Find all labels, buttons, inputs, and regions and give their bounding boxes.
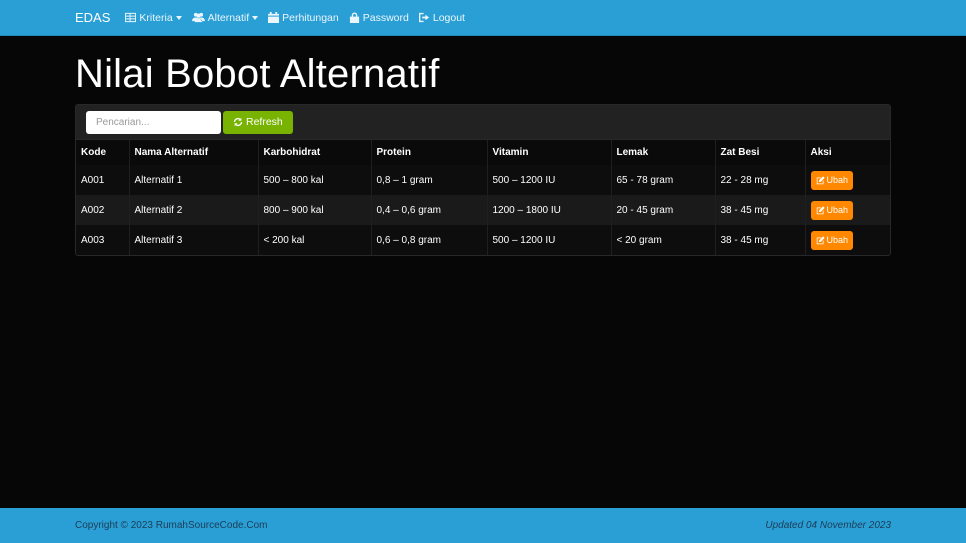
nav-alternatif-label: Alternatif [207, 11, 250, 24]
col-nama-alternatif: Nama Alternatif [129, 140, 259, 165]
search-input[interactable] [86, 110, 221, 134]
panel-toolbar: Refresh [76, 105, 890, 140]
col-vitamin: Vitamin [487, 140, 612, 165]
cell-aksi: Ubah [805, 195, 890, 225]
cell-protein: 0,6 – 0,8 gram [371, 225, 488, 255]
table-row: A003 Alternatif 3 < 200 kal 0,6 – 0,8 gr… [76, 225, 890, 255]
table-row: A001 Alternatif 1 500 – 800 kal 0,8 – 1 … [76, 165, 890, 195]
nav-password-label: Password [362, 11, 409, 24]
cell-karbohidrat: < 200 kal [258, 225, 372, 255]
caret-down-icon [175, 15, 182, 20]
col-karbohidrat: Karbohidrat [258, 140, 372, 165]
footer-updated: Updated 04 November 2023 [765, 520, 891, 531]
nav-password[interactable]: Password [349, 12, 409, 24]
edit-icon [816, 205, 825, 214]
cell-lemak: 65 - 78 gram [611, 165, 716, 195]
col-lemak: Lemak [611, 140, 716, 165]
cell-aksi: Ubah [805, 165, 890, 195]
navbar: EDAS Kriteria Alternatif Perhitungan Pas… [0, 0, 966, 36]
col-kode: Kode [76, 140, 130, 165]
nav-perhitungan[interactable]: Perhitungan [268, 12, 339, 24]
cell-zat-besi: 38 - 45 mg [715, 195, 806, 225]
cell-vitamin: 500 – 1200 IU [487, 165, 612, 195]
page-title: Nilai Bobot Alternatif [75, 52, 440, 96]
ubah-label: Ubah [826, 235, 849, 245]
cell-protein: 0,8 – 1 gram [371, 165, 488, 195]
nav-logout[interactable]: Logout [418, 11, 465, 24]
calendar-icon [268, 12, 280, 23]
nav-kriteria-label: Kriteria [139, 11, 173, 24]
cell-lemak: < 20 gram [611, 225, 716, 255]
cell-kode: A001 [76, 165, 130, 195]
cell-protein: 0,4 – 0,6 gram [371, 195, 488, 225]
users-icon [191, 12, 205, 23]
cell-vitamin: 1200 – 1800 IU [487, 195, 612, 225]
nav-logout-label: Logout [432, 11, 465, 24]
ubah-button[interactable]: Ubah [810, 230, 854, 250]
col-protein: Protein [371, 140, 488, 165]
cell-aksi: Ubah [805, 225, 890, 255]
cell-nama: Alternatif 2 [129, 195, 259, 225]
cell-lemak: 20 - 45 gram [611, 195, 716, 225]
alternatif-table: Kode Nama Alternatif Karbohidrat Protein… [76, 140, 890, 255]
cell-nama: Alternatif 3 [129, 225, 259, 255]
cell-vitamin: 500 – 1200 IU [487, 225, 612, 255]
table-header-row: Kode Nama Alternatif Karbohidrat Protein… [76, 140, 890, 165]
sign-out-icon [418, 12, 429, 23]
cell-kode: A002 [76, 195, 130, 225]
cell-zat-besi: 22 - 28 mg [715, 165, 806, 195]
nav-kriteria[interactable]: Kriteria [125, 11, 182, 24]
cell-kode: A003 [76, 225, 130, 255]
footer-copyright: Copyright © 2023 RumahSourceCode.Com [75, 520, 268, 531]
nav-perhitungan-label: Perhitungan [282, 11, 339, 24]
table-icon [125, 12, 137, 23]
footer: Copyright © 2023 RumahSourceCode.Com Upd… [0, 508, 966, 543]
brand-link[interactable]: EDAS [75, 10, 110, 25]
cell-karbohidrat: 500 – 800 kal [258, 165, 372, 195]
refresh-label: Refresh [246, 116, 283, 128]
col-aksi: Aksi [805, 140, 890, 165]
caret-down-icon [252, 15, 259, 20]
ubah-label: Ubah [826, 175, 849, 185]
cell-nama: Alternatif 1 [129, 165, 259, 195]
cell-karbohidrat: 800 – 900 kal [258, 195, 372, 225]
data-panel: Refresh Kode Nama Alternatif Karbohidrat… [75, 104, 891, 256]
ubah-label: Ubah [826, 205, 849, 215]
nav-alternatif[interactable]: Alternatif [191, 11, 259, 24]
cell-zat-besi: 38 - 45 mg [715, 225, 806, 255]
lock-icon [349, 12, 359, 23]
ubah-button[interactable]: Ubah [810, 170, 854, 190]
table-row: A002 Alternatif 2 800 – 900 kal 0,4 – 0,… [76, 195, 890, 225]
refresh-icon [233, 117, 243, 127]
refresh-button[interactable]: Refresh [223, 110, 293, 134]
edit-icon [816, 175, 825, 184]
ubah-button[interactable]: Ubah [810, 200, 854, 220]
col-zat-besi: Zat Besi [715, 140, 806, 165]
edit-icon [816, 235, 825, 244]
